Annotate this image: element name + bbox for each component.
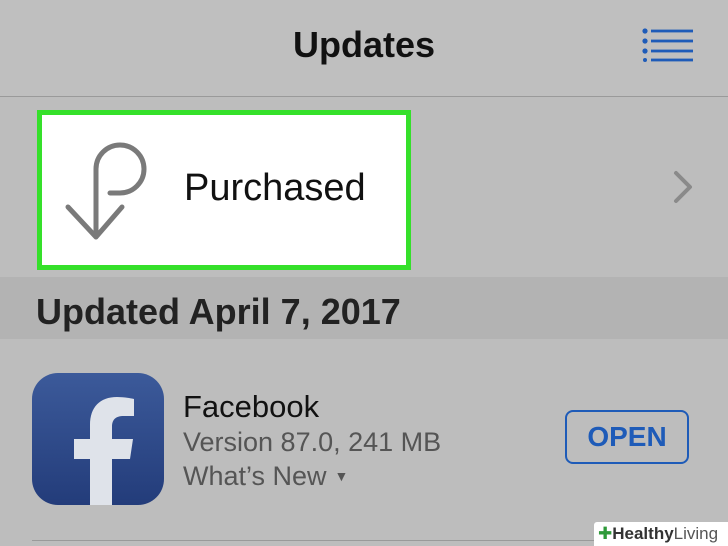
app-name: Facebook xyxy=(183,389,320,424)
app-row[interactable]: Facebook Version 87.0, 241 MB What’s New… xyxy=(0,339,728,546)
caret-down-icon: ▼ xyxy=(334,468,349,484)
watermark-part2: Living xyxy=(673,524,719,543)
watermark-part1: Healthy xyxy=(612,524,674,543)
open-button[interactable]: OPEN xyxy=(565,410,689,464)
page-title: Updates xyxy=(292,24,436,65)
purchase-arrow-icon xyxy=(65,142,147,240)
facebook-f-glyph xyxy=(74,397,134,505)
whats-new-label: What’s New xyxy=(183,461,327,491)
facebook-app-icon[interactable] xyxy=(32,373,164,505)
section-header: Updated April 7, 2017 xyxy=(0,277,728,339)
purchased-row[interactable]: Purchased xyxy=(0,97,728,277)
list-icon[interactable] xyxy=(640,28,694,62)
purchased-label: Purchased xyxy=(184,167,366,209)
chevron-right-icon xyxy=(674,171,692,203)
plus-icon: ✚ xyxy=(598,524,613,543)
section-title: Updated April 7, 2017 xyxy=(36,291,401,332)
watermark: ✚HealthyLiving xyxy=(594,522,728,546)
purchased-highlight[interactable]: Purchased xyxy=(37,110,411,270)
navigation-bar: Updates xyxy=(0,0,728,97)
app-version: Version 87.0, 241 MB xyxy=(183,427,442,457)
whats-new-link[interactable]: What’s New ▼ xyxy=(183,461,348,492)
